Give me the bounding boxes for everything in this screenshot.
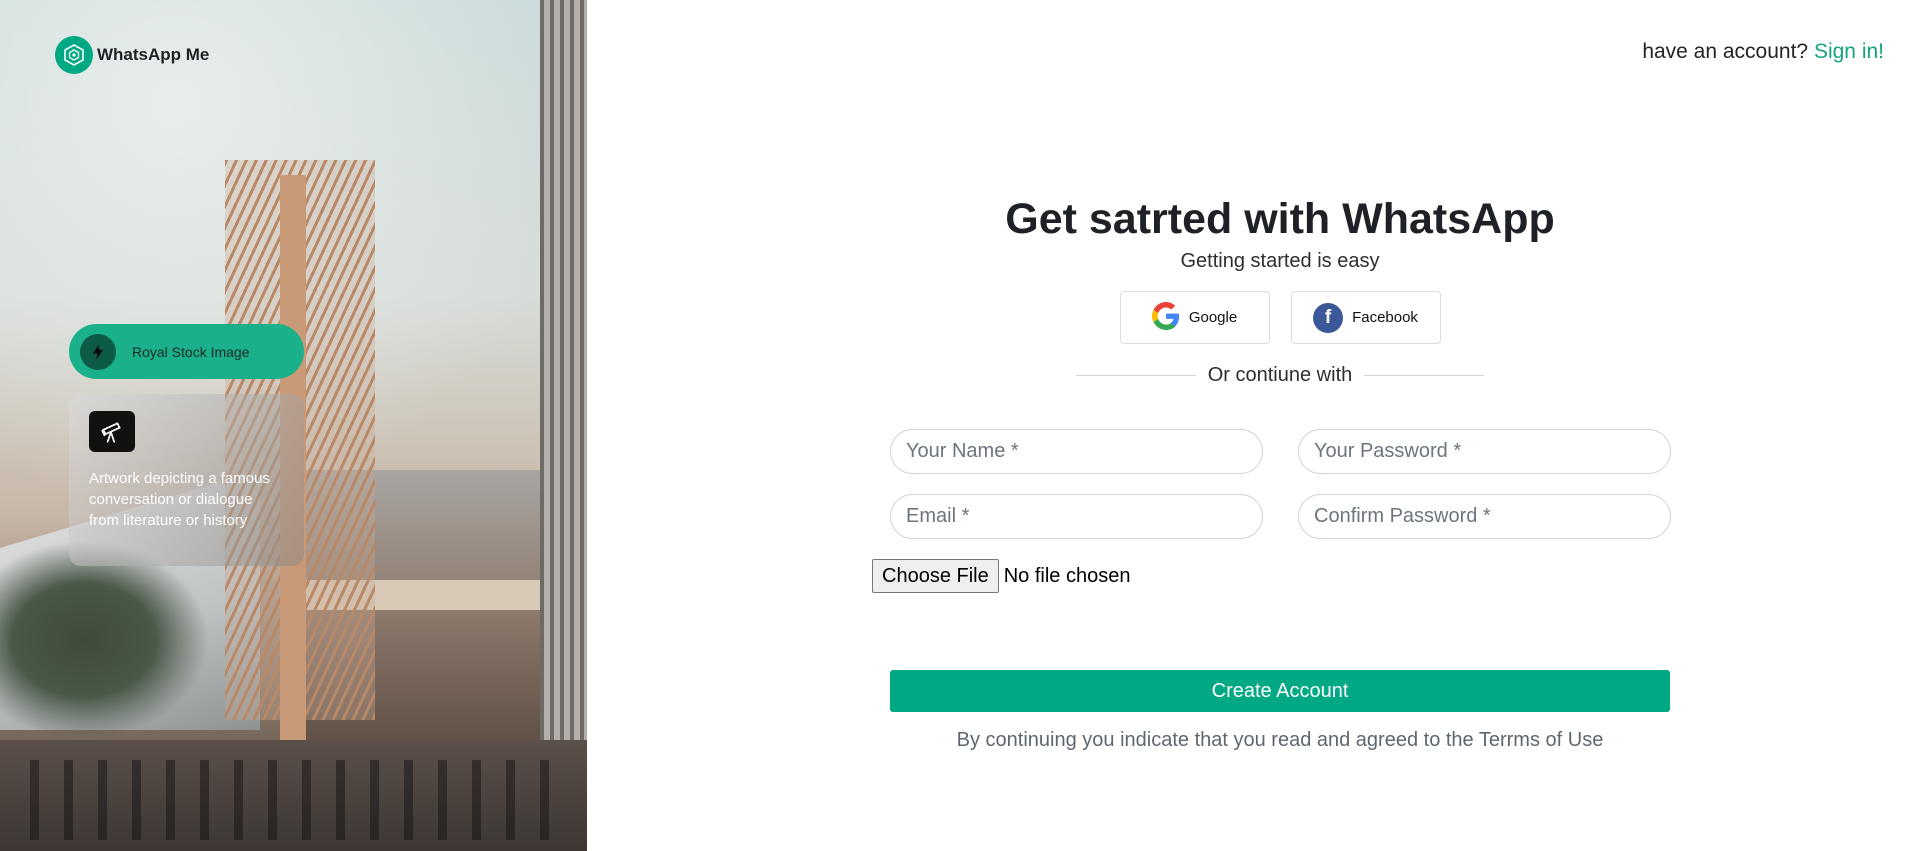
terms-text: By continuing you indicate that you read… [956,729,1604,751]
choose-file-button[interactable]: Choose File [872,559,999,593]
create-account-button[interactable]: Create Account [890,670,1670,712]
divider: Or contiune with [890,364,1670,387]
confirm-password-field[interactable] [1298,494,1671,539]
hero-edge-structure [540,0,587,851]
email-field[interactable] [890,494,1263,539]
google-icon [1151,301,1180,334]
password-field[interactable] [1298,429,1671,474]
divider-text: Or contiune with [1207,364,1353,386]
divider-line-right [1364,375,1485,376]
hero-crowd [30,760,570,840]
signin-link[interactable]: Sign in! [1814,40,1884,63]
facebook-label: Facebook [1352,309,1418,326]
divider-line-left [1075,375,1196,376]
signin-prompt: have an account? Sign in! [1642,40,1884,64]
hero-palm-trees [0,540,210,740]
signin-prompt-text: have an account? [1642,40,1809,63]
royal-stock-badge: Royal Stock Image [69,324,304,379]
google-login-button[interactable]: Google [1119,291,1270,344]
page-subtitle: Getting started is easy [1180,250,1380,272]
hero-image-panel: WhatsApp Me Royal Stock Image Artwork de… [0,0,587,851]
artwork-caption: Artwork depicting a famous conversation … [89,470,270,529]
royal-stock-label: Royal Stock Image [132,343,250,360]
brand[interactable]: WhatsApp Me [55,36,209,74]
page-title: Get satrted with WhatsApp [1005,195,1555,243]
social-login-row: Google f Facebook [890,291,1670,344]
lightning-bolt-icon [80,333,116,370]
file-status: No file chosen [1003,564,1131,587]
brand-name: WhatsApp Me [97,45,210,64]
hexagon-logo-icon [55,36,93,74]
artwork-card: Artwork depicting a famous conversation … [69,394,304,566]
name-field[interactable] [890,429,1263,474]
facebook-icon: f [1313,302,1344,333]
facebook-login-button[interactable]: f Facebook [1290,291,1441,344]
google-label: Google [1188,309,1238,326]
signup-form: Get satrted with WhatsApp Getting starte… [890,195,1670,387]
file-upload: Choose File No file chosen [872,559,1130,593]
telescope-icon [89,411,135,452]
